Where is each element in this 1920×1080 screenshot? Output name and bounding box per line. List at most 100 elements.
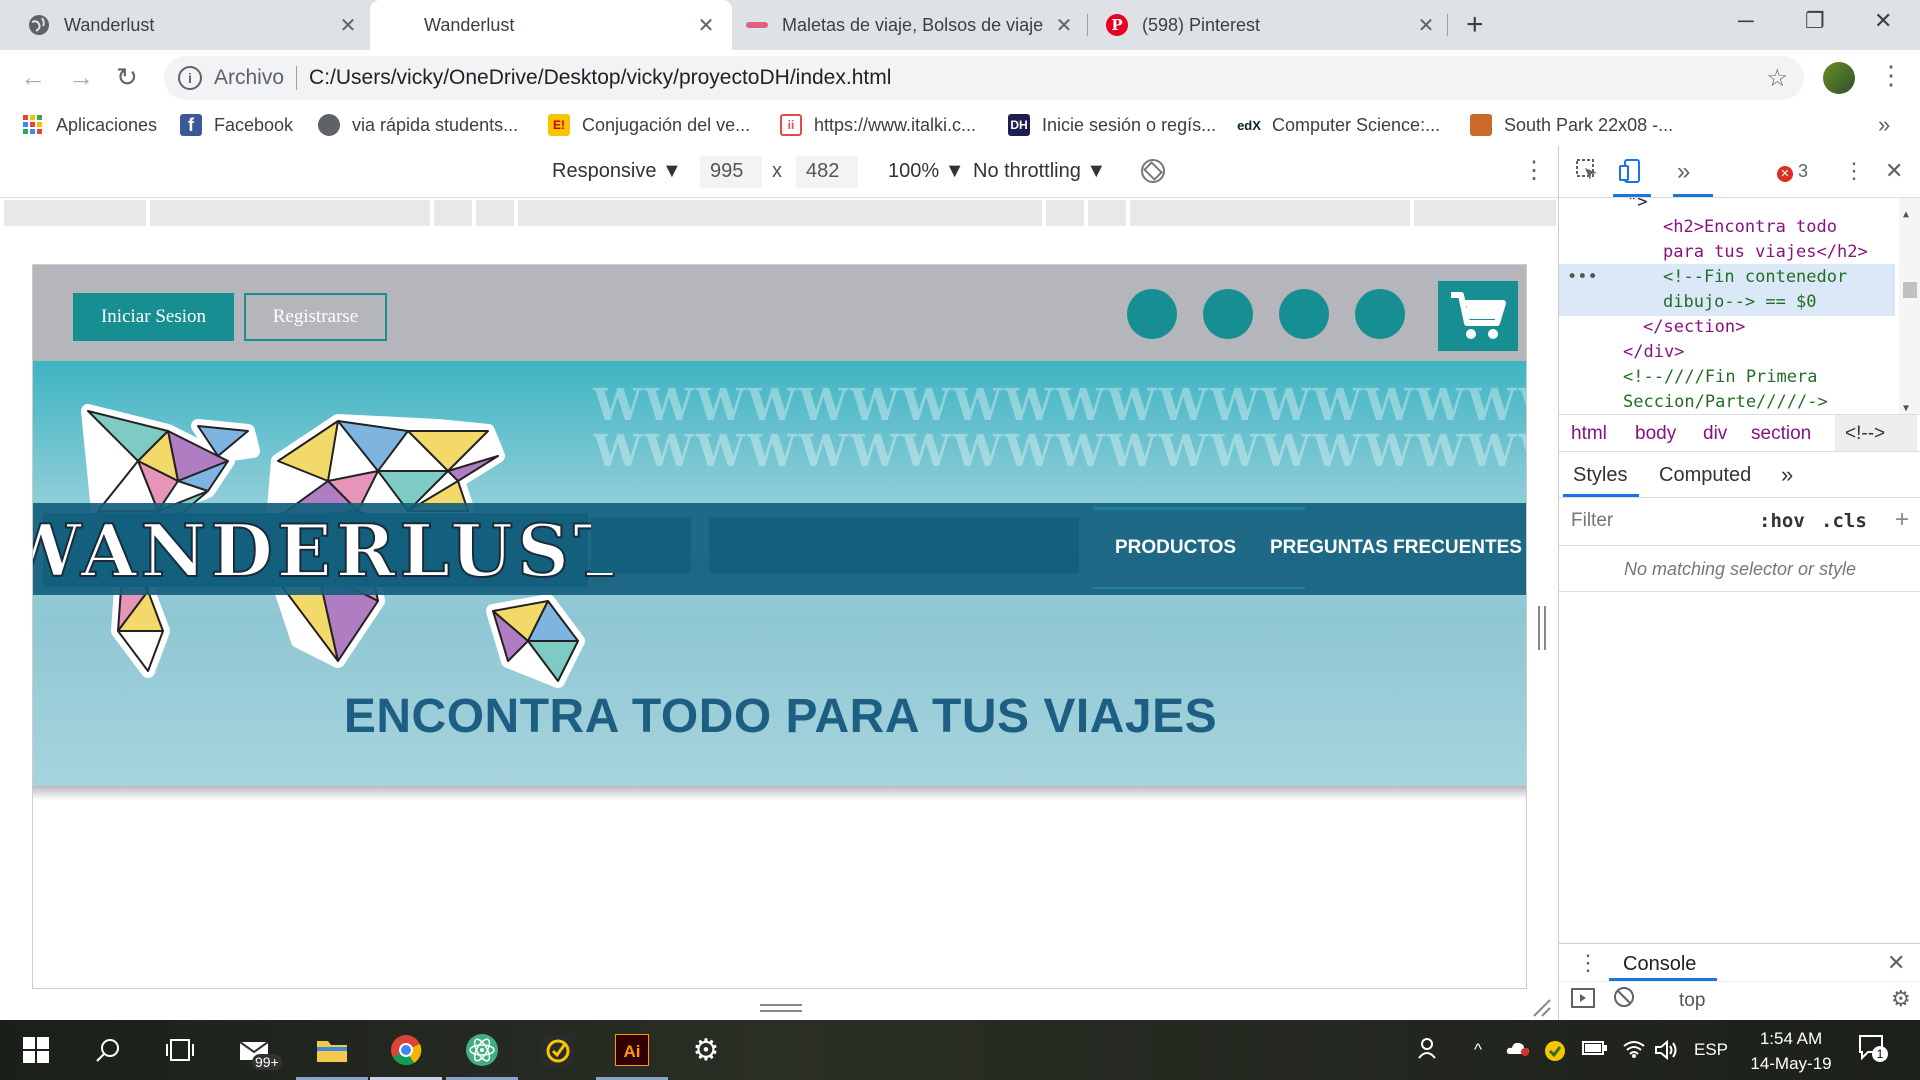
bookmark-dh[interactable]: DH Inicie sesión o regís... bbox=[1008, 114, 1216, 136]
login-button[interactable]: Iniciar Sesion bbox=[73, 293, 234, 341]
throttling-select[interactable]: No throttling ▼ bbox=[973, 160, 1106, 183]
close-devtools-icon[interactable]: ✕ bbox=[1885, 158, 1903, 184]
social-icon[interactable] bbox=[1203, 289, 1253, 339]
hov-toggle[interactable]: :hov bbox=[1759, 510, 1805, 532]
onedrive-icon[interactable] bbox=[1506, 1040, 1530, 1061]
norton-icon[interactable] bbox=[540, 1032, 576, 1068]
action-center-icon[interactable]: 1 bbox=[1858, 1034, 1888, 1065]
breadcrumb-html[interactable]: html bbox=[1571, 423, 1607, 445]
settings-gear-icon[interactable]: ⚙ bbox=[688, 1032, 724, 1068]
device-toolbar-more-icon[interactable]: ⋮ bbox=[1522, 156, 1546, 185]
nav-link-productos[interactable]: PRODUCTOS bbox=[1115, 537, 1236, 559]
norton-tray-icon[interactable] bbox=[1544, 1040, 1566, 1067]
chrome-icon[interactable] bbox=[388, 1032, 424, 1068]
code-line[interactable]: <!--Fin contenedor bbox=[1663, 265, 1847, 290]
close-tab-icon[interactable]: ✕ bbox=[1052, 13, 1076, 38]
tab-maletas[interactable]: Maletas de viaje, Bolsos de viaje ✕ bbox=[746, 0, 1076, 50]
tab-wanderlust-active[interactable]: Wanderlust ✕ bbox=[370, 0, 732, 50]
add-rule-icon[interactable]: + bbox=[1895, 506, 1909, 534]
tab-computed[interactable]: Computed bbox=[1659, 464, 1751, 487]
console-settings-icon[interactable]: ⚙ bbox=[1891, 986, 1911, 1012]
address-bar[interactable]: i Archivo C:/Users/vicky/OneDrive/Deskto… bbox=[164, 56, 1804, 100]
social-icon[interactable] bbox=[1355, 289, 1405, 339]
more-style-tabs-icon[interactable]: » bbox=[1781, 462, 1793, 488]
resize-handle-bottom[interactable] bbox=[760, 1004, 802, 1012]
error-counter[interactable]: ✕ 3 bbox=[1777, 161, 1808, 182]
more-panels-icon[interactable]: » bbox=[1677, 158, 1690, 186]
breadcrumb-body[interactable]: body bbox=[1635, 423, 1676, 445]
register-button[interactable]: Registrarse bbox=[244, 293, 387, 341]
viewport-height-input[interactable]: 482 bbox=[796, 156, 858, 188]
media-query-segment[interactable] bbox=[4, 200, 146, 226]
site-logo[interactable]: WANDERLUST bbox=[33, 507, 628, 594]
breadcrumb-div[interactable]: div bbox=[1703, 423, 1727, 445]
chrome-menu-icon[interactable]: ⋮ bbox=[1878, 60, 1904, 91]
bookmarks-overflow-button[interactable]: » bbox=[1878, 112, 1890, 138]
info-icon[interactable]: i bbox=[178, 66, 202, 90]
tab-pinterest[interactable]: P (598) Pinterest ✕ bbox=[1106, 0, 1438, 50]
bookmark-italki[interactable]: ii https://www.italki.c... bbox=[780, 114, 976, 136]
breadcrumb-comment[interactable]: <!--> bbox=[1835, 415, 1917, 451]
console-tab[interactable]: Console bbox=[1623, 953, 1696, 976]
battery-icon[interactable] bbox=[1582, 1040, 1608, 1061]
volume-icon[interactable] bbox=[1654, 1039, 1678, 1065]
close-drawer-icon[interactable]: ✕ bbox=[1887, 950, 1905, 976]
media-query-segment[interactable] bbox=[150, 200, 430, 226]
language-indicator[interactable]: ESP bbox=[1694, 1040, 1728, 1060]
people-icon[interactable] bbox=[1418, 1036, 1442, 1065]
bookmark-star-icon[interactable]: ☆ bbox=[1766, 64, 1788, 93]
code-line[interactable]: <!--////Fin Primera bbox=[1623, 365, 1817, 390]
social-icon[interactable] bbox=[1127, 289, 1177, 339]
media-query-segment[interactable] bbox=[434, 200, 472, 226]
styles-filter-input[interactable] bbox=[1565, 504, 1755, 538]
console-context-select[interactable]: top bbox=[1679, 990, 1705, 1012]
forward-button[interactable]: → bbox=[68, 62, 94, 93]
console-sidebar-icon[interactable] bbox=[1571, 988, 1595, 1014]
close-window-button[interactable]: ✕ bbox=[1874, 8, 1892, 34]
close-tab-icon[interactable]: ✕ bbox=[336, 13, 360, 38]
nav-link-preguntas-frecuentes[interactable]: PREGUNTAS FRECUENTES bbox=[1270, 537, 1522, 559]
bookmark-edx[interactable]: edX Computer Science:... bbox=[1237, 114, 1440, 136]
mail-icon[interactable]: 99+ bbox=[238, 1032, 282, 1070]
minimize-button[interactable]: ─ bbox=[1738, 8, 1754, 34]
file-explorer-icon[interactable] bbox=[314, 1032, 350, 1068]
windows-start-icon[interactable] bbox=[18, 1032, 54, 1068]
code-line[interactable]: para tus viajes</h2> bbox=[1663, 240, 1868, 265]
back-button[interactable]: ← bbox=[20, 62, 46, 93]
url-text[interactable]: C:/Users/vicky/OneDrive/Desktop/vicky/pr… bbox=[309, 66, 891, 90]
devtools-menu-icon[interactable]: ⋮ bbox=[1843, 158, 1865, 184]
cart-icon[interactable] bbox=[1438, 281, 1518, 351]
atom-icon[interactable] bbox=[464, 1032, 500, 1068]
close-tab-icon[interactable]: ✕ bbox=[694, 13, 718, 38]
illustrator-icon[interactable]: Ai bbox=[614, 1032, 650, 1068]
media-query-segment[interactable] bbox=[518, 200, 1042, 226]
bookmark-southpark[interactable]: South Park 22x08 -... bbox=[1470, 114, 1673, 136]
media-query-bar[interactable] bbox=[0, 198, 1558, 228]
tab-styles[interactable]: Styles bbox=[1573, 464, 1627, 487]
device-toggle-icon[interactable] bbox=[1619, 158, 1643, 190]
rotate-icon[interactable] bbox=[1140, 158, 1166, 190]
new-tab-button[interactable]: + bbox=[1466, 8, 1484, 42]
media-query-segment[interactable] bbox=[1130, 200, 1410, 226]
restore-button[interactable]: ❐ bbox=[1805, 8, 1825, 34]
clear-console-icon[interactable] bbox=[1613, 986, 1635, 1014]
bookmark-aplicaciones[interactable]: Aplicaciones bbox=[22, 114, 157, 136]
zoom-select[interactable]: 100% ▼ bbox=[888, 160, 965, 183]
inspect-element-icon[interactable] bbox=[1575, 158, 1599, 188]
close-tab-icon[interactable]: ✕ bbox=[1414, 13, 1438, 38]
profile-avatar[interactable] bbox=[1823, 62, 1855, 94]
bookmark-conjugacion[interactable]: E! Conjugación del ve... bbox=[548, 114, 750, 136]
device-mode-select[interactable]: Responsive ▼ bbox=[552, 160, 682, 183]
node-ellipsis-icon[interactable]: ••• bbox=[1567, 265, 1598, 290]
code-line[interactable]: dibujo--> == $0 bbox=[1663, 290, 1817, 315]
code-line[interactable]: Seccion/Parte/////-> bbox=[1623, 390, 1828, 414]
elements-scrollbar[interactable]: ▲ ▼ bbox=[1899, 198, 1920, 414]
tab-wanderlust-1[interactable]: Wanderlust ✕ bbox=[28, 0, 360, 50]
media-query-segment[interactable] bbox=[1088, 200, 1126, 226]
media-query-segment[interactable] bbox=[1046, 200, 1084, 226]
social-icon[interactable] bbox=[1279, 289, 1329, 339]
resize-corner-icon[interactable] bbox=[1530, 996, 1552, 1018]
scrollbar-thumb[interactable] bbox=[1903, 282, 1917, 298]
resize-handle-right[interactable] bbox=[1538, 606, 1546, 650]
show-hidden-icons[interactable]: ^ bbox=[1474, 1040, 1482, 1060]
